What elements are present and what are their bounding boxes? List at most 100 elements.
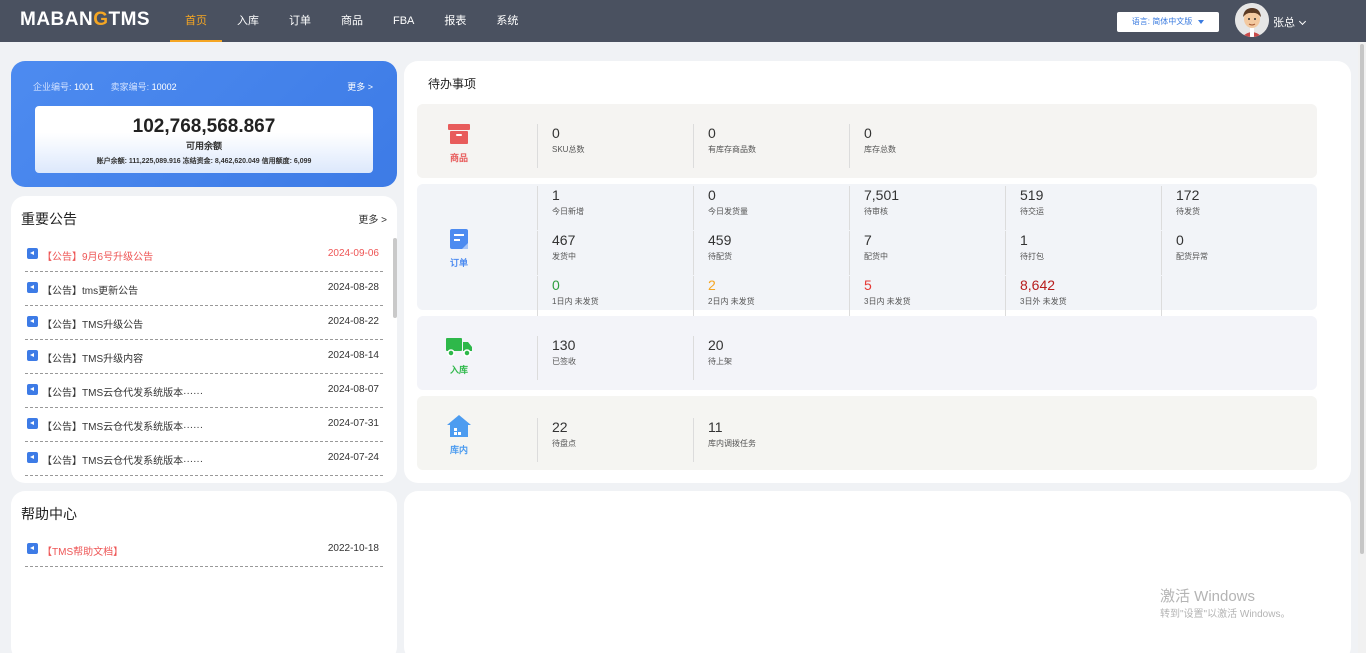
- notice-item[interactable]: 【公告】TMS云仓代发系统版本······ 2024-08-07: [25, 374, 383, 408]
- nav-orders[interactable]: 订单: [274, 0, 326, 42]
- notice-more-link[interactable]: 更多 >: [358, 211, 387, 226]
- warehouse-stat-cell[interactable]: 11 库内调拨任务: [693, 418, 848, 462]
- order-stat-value: 1: [552, 187, 560, 203]
- warehouse-stat-label: 待盘点: [552, 439, 576, 448]
- logo[interactable]: MABANGTMS: [20, 9, 150, 31]
- product-stat-value: 0: [864, 125, 872, 141]
- order-stat-cell[interactable]: 0 1日内 未发货: [537, 276, 692, 320]
- order-stat-cell[interactable]: 519 待交运: [1005, 186, 1160, 230]
- order-stat-value: 467: [552, 232, 576, 248]
- order-stat-cell[interactable]: 2 2日内 未发货: [693, 276, 848, 320]
- caret-down-icon: [1198, 19, 1205, 24]
- order-stat-value: 7,501: [864, 187, 900, 203]
- order-stat-cell[interactable]: 0 今日发货量: [693, 186, 848, 230]
- order-stat-cell[interactable]: 7,501 待审核: [849, 186, 1004, 230]
- product-stat-cell[interactable]: 0 库存总数: [849, 124, 1004, 168]
- user-menu[interactable]: 张总: [1273, 14, 1307, 30]
- page-scrollbar-thumb[interactable]: [1360, 44, 1364, 554]
- order-stat-label: 待发货: [1176, 207, 1200, 216]
- company-id-label: 企业编号:: [33, 82, 72, 92]
- nav-fba[interactable]: FBA: [378, 0, 429, 42]
- order-stat-label: 发货中: [552, 252, 576, 261]
- speaker-icon: [27, 543, 38, 554]
- order-stat-cell[interactable]: 0 配货异常: [1161, 231, 1316, 275]
- order-stat-cell[interactable]: 7 配货中: [849, 231, 1004, 275]
- order-stat-cell[interactable]: 1 待打包: [1005, 231, 1160, 275]
- balance-card: 企业编号: 1001 卖家编号: 10002 更多 > 102,768,568.…: [11, 61, 397, 187]
- notice-scrollbar[interactable]: [393, 238, 397, 318]
- notice-item-date: 2024-08-07: [327, 384, 379, 395]
- top-navbar: MABANGTMS 首页 入库 订单 商品 FBA 报表 系统 语言: 简体中文…: [0, 0, 1366, 42]
- product-stat-label: SKU总数: [552, 145, 585, 154]
- order-stat-value: 1: [1020, 232, 1028, 248]
- order-stat-label: 配货异常: [1176, 252, 1208, 261]
- order-stat-cell[interactable]: 467 发货中: [537, 231, 692, 275]
- inbound-stat-value: 130: [552, 337, 576, 353]
- product-section-label: 商品: [449, 153, 468, 163]
- nav-home[interactable]: 首页: [170, 0, 222, 42]
- nav-products[interactable]: 商品: [326, 0, 378, 42]
- truck-icon: [446, 338, 472, 357]
- order-stat-value: 459: [708, 232, 732, 248]
- inbound-stat-label: 待上架: [708, 357, 732, 366]
- language-select[interactable]: 语言: 简体中文版: [1117, 12, 1219, 32]
- todo-section-order: 订单 1 今日新增 0 今日发货量 7,501 待审核 519 待交运 172 待发货 467 发货中…: [417, 184, 1317, 320]
- balance-detail: 账户余额: 111,225,089.916 冻结资金: 8,462,620.04…: [96, 158, 312, 165]
- order-stat-label: 配货中: [864, 252, 888, 261]
- order-stat-cell[interactable]: 172 待发货: [1161, 186, 1316, 230]
- page-scrollbar[interactable]: [1358, 42, 1366, 653]
- warehouse-section-label: 库内: [449, 445, 468, 455]
- order-stat-value: 172: [1176, 187, 1200, 203]
- speaker-icon: [27, 282, 38, 293]
- inbound-stat-cell[interactable]: 20 待上架: [693, 336, 848, 380]
- order-stat-label: 3日外 未发货: [1020, 297, 1067, 306]
- notice-item[interactable]: 【公告】TMS升级公告 2024-08-22: [25, 306, 383, 340]
- product-stat-cell[interactable]: 0 SKU总数: [537, 124, 692, 168]
- chart-placeholder-panel: [404, 491, 1351, 653]
- inbound-stat-label: 已签收: [552, 357, 576, 366]
- notice-item-title: 【公告】TMS升级内容: [42, 354, 144, 365]
- order-stat-label: 今日新增: [552, 207, 584, 216]
- notice-item-title: 【公告】TMS升级公告: [42, 320, 144, 331]
- notice-item[interactable]: 【公告】TMS云仓代发系统版本······ 2024-07-31: [25, 408, 383, 442]
- order-stat-value: 5: [864, 277, 872, 293]
- notice-item[interactable]: 【公告】TMS升级内容 2024-08-14: [25, 340, 383, 374]
- nav-reports[interactable]: 报表: [429, 0, 481, 42]
- order-stat-cell[interactable]: 8,642 3日外 未发货: [1005, 276, 1160, 320]
- todo-section-warehouse: 库内 22 待盘点 11 库内调拨任务: [417, 396, 1317, 470]
- notice-item[interactable]: 【公告】tms更新公告 2024-08-28: [25, 272, 383, 306]
- order-stat-cell[interactable]: 1 今日新增: [537, 186, 692, 230]
- warehouse-stat-cell[interactable]: 22 待盘点: [537, 418, 692, 462]
- speaker-icon: [27, 316, 38, 327]
- inbound-stat-cell[interactable]: 130 已签收: [537, 336, 692, 380]
- order-stat-value: 0: [1176, 232, 1184, 248]
- help-item[interactable]: 【TMS帮助文档】 2022-10-18: [25, 533, 383, 567]
- todo-section-product: 商品 0 SKU总数 0 有库存商品数 0 库存总数: [417, 104, 1317, 178]
- order-stat-cell[interactable]: 459 待配货: [693, 231, 848, 275]
- product-stat-value: 0: [708, 125, 716, 141]
- notice-item[interactable]: 【公告】TMS云仓代发系统版本······ 2024-07-24: [25, 442, 383, 476]
- balance-more-link[interactable]: 更多 >: [347, 80, 373, 93]
- speaker-icon: [27, 384, 38, 395]
- todo-title: 待办事项: [428, 77, 477, 91]
- order-stat-label: 待交运: [1020, 207, 1044, 216]
- order-stat-label: 待打包: [1020, 252, 1044, 261]
- notice-item-title: 【公告】TMS云仓代发系统版本······: [42, 456, 204, 467]
- order-stat-value: 519: [1020, 187, 1044, 203]
- order-stat-value: 2: [708, 277, 716, 293]
- order-stat-label: 待配货: [708, 252, 732, 261]
- nav-system[interactable]: 系统: [481, 0, 533, 42]
- product-stat-cell[interactable]: 0 有库存商品数: [693, 124, 848, 168]
- product-stat-label: 库存总数: [864, 145, 896, 154]
- order-stat-label: 3日内 未发货: [864, 297, 911, 306]
- warehouse-stat-value: 11: [708, 419, 723, 435]
- speaker-icon: [27, 452, 38, 463]
- main-nav: 首页 入库 订单 商品 FBA 报表 系统: [170, 0, 533, 42]
- speaker-icon: [27, 350, 38, 361]
- order-stat-cell[interactable]: 5 3日内 未发货: [849, 276, 1004, 320]
- notice-title: 重要公告: [21, 211, 77, 227]
- notice-item-title: 【公告】tms更新公告: [42, 286, 139, 297]
- notice-item[interactable]: 【公告】9月6号升级公告 2024-09-06: [25, 238, 383, 272]
- nav-inbound[interactable]: 入库: [222, 0, 274, 42]
- avatar[interactable]: [1235, 3, 1269, 37]
